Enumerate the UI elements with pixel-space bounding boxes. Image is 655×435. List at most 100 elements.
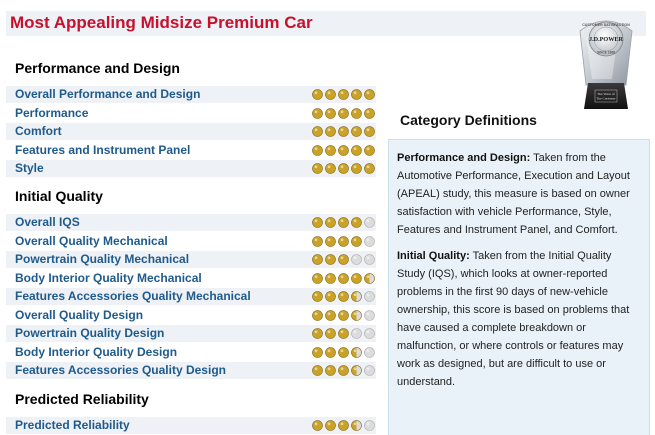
rating-dot-half [351,365,362,376]
rating-row: Overall IQS [6,214,376,231]
rating-row-link[interactable]: Style [15,161,44,175]
rating-dot-full [312,108,323,119]
rating-row-link[interactable]: Overall Quality Design [15,308,143,322]
rating-dot-full [351,217,362,228]
rating-dot-full [325,328,336,339]
definitions-title: Category Definitions [400,112,537,128]
rating-dot-full [338,145,349,156]
rating-dot-full [364,163,375,174]
rating-dot-full [338,328,349,339]
rating-row: Features Accessories Quality Design [6,362,376,379]
rating-dot-full [338,420,349,431]
rating-dot-half [351,420,362,431]
rating-row: Body Interior Quality Mechanical [6,270,376,287]
rating-dot-full [351,145,362,156]
rating-dot-full [312,163,323,174]
rating-dot-full [312,347,323,358]
rating-dot-full [364,126,375,137]
rating-dot-full [338,347,349,358]
rating-dot-full [312,273,323,284]
rating-row-link[interactable]: Overall Quality Mechanical [15,234,168,248]
badge-voice-line2: The Customer [596,97,616,101]
rating-row-link[interactable]: Body Interior Quality Mechanical [15,271,202,285]
rating-dots [312,108,375,119]
rating-row-link[interactable]: Powertrain Quality Design [15,326,164,340]
rating-row-link[interactable]: Body Interior Quality Design [15,345,177,359]
rating-dots [312,420,375,431]
rating-dot-full [338,310,349,321]
rating-row: Overall Performance and Design [6,86,376,103]
rating-dot-full [338,291,349,302]
rating-dots [312,273,375,284]
rating-dot-full [364,145,375,156]
rating-dots [312,347,375,358]
rating-dot-full [325,310,336,321]
rating-row: Powertrain Quality Design [6,325,376,342]
rating-dot-full [325,163,336,174]
rating-dots [312,365,375,376]
rating-dot-half [351,291,362,302]
rating-dot-half [351,347,362,358]
rating-dot-full [325,273,336,284]
rating-dot-full [338,254,349,265]
rating-dot-full [325,365,336,376]
definition-initial-quality: Initial Quality: Taken from the Initial … [397,250,630,388]
rating-row-link[interactable]: Features Accessories Quality Design [15,363,226,377]
section-title: Predicted Reliability [15,391,149,407]
rating-row-link[interactable]: Overall IQS [15,215,80,229]
rating-row-link[interactable]: Predicted Reliability [15,418,130,432]
rating-dots [312,291,375,302]
rating-dot-full [338,236,349,247]
rating-row-link[interactable]: Features and Instrument Panel [15,143,190,157]
rating-row: Body Interior Quality Design [6,344,376,361]
jd-power-award-badge: CUSTOMER SATISFACTION J.D.POWER SINCE 19… [579,20,633,109]
rating-dot-full [325,236,336,247]
badge-since: SINCE 1968 [597,51,615,55]
rating-row-link[interactable]: Powertrain Quality Mechanical [15,252,189,266]
rating-dot-empty [364,420,375,431]
rating-dot-full [351,126,362,137]
rating-dot-full [325,126,336,137]
rating-row-link[interactable]: Overall Performance and Design [15,87,200,101]
rating-row: Style [6,160,376,177]
rating-dots [312,145,375,156]
rating-dot-empty [364,365,375,376]
badge-ring-text: CUSTOMER SATISFACTION [582,23,630,27]
rating-row: Powertrain Quality Mechanical [6,251,376,268]
rating-dots [312,328,375,339]
rating-dot-full [338,217,349,228]
section-title: Performance and Design [15,60,180,76]
definition-performance-design: Performance and Design: Taken from the A… [397,152,630,236]
definitions-panel: Performance and Design: Taken from the A… [388,139,650,435]
rating-dot-empty [364,291,375,302]
rating-dot-empty [351,328,362,339]
rating-dot-full [325,145,336,156]
rating-dot-empty [364,217,375,228]
rating-dot-full [312,365,323,376]
badge-voice-line1: The Voice of [597,92,615,96]
rating-row-link[interactable]: Features Accessories Quality Mechanical [15,289,251,303]
rating-dot-full [351,163,362,174]
rating-dot-full [325,108,336,119]
rating-dot-full [325,347,336,358]
rating-dot-full [325,254,336,265]
rating-dot-full [312,89,323,100]
rating-dot-full [325,217,336,228]
rating-dot-full [338,163,349,174]
rating-dot-full [338,273,349,284]
rating-dot-full [338,365,349,376]
rating-row-link[interactable]: Comfort [15,124,62,138]
badge-brand: J.D.POWER [589,36,624,43]
rating-row: Features and Instrument Panel [6,142,376,159]
rating-dot-half [351,310,362,321]
rating-dot-full [351,89,362,100]
rating-dots [312,217,375,228]
rating-row: Overall Quality Design [6,307,376,324]
rating-dots [312,89,375,100]
rating-dot-full [351,108,362,119]
page-title: Most Appealing Midsize Premium Car [10,13,313,32]
rating-row: Comfort [6,123,376,140]
rating-dot-full [338,108,349,119]
rating-row-link[interactable]: Performance [15,106,88,120]
rating-dot-full [312,145,323,156]
